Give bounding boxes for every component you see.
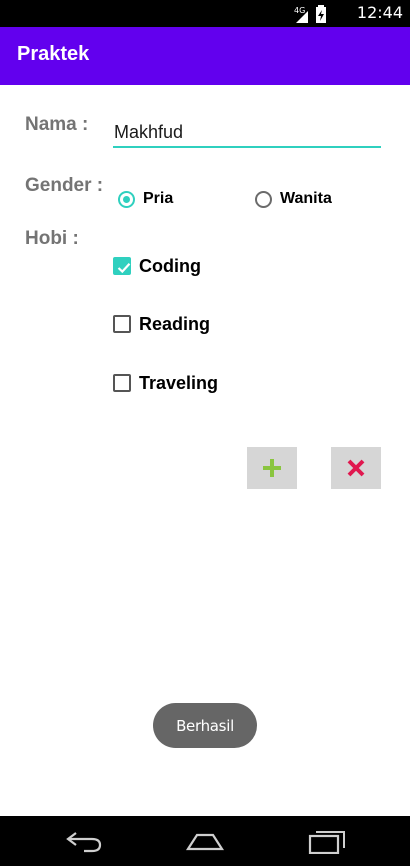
checkbox-checked-icon [113, 257, 131, 275]
gender-label: Gender : [25, 175, 104, 196]
add-button[interactable] [247, 447, 297, 489]
checkbox-reading[interactable]: Reading [113, 312, 210, 336]
close-icon [347, 459, 365, 477]
network-type: 4G [294, 6, 305, 15]
checkbox-traveling-label: Traveling [139, 372, 219, 393]
radio-pria-label: Pria [143, 190, 174, 207]
toast-message: Berhasil [153, 703, 257, 748]
checkbox-unchecked-icon [113, 374, 131, 392]
status-bar: 4G 12:44 [0, 0, 410, 27]
app-bar: Praktek [0, 27, 410, 85]
radio-pria[interactable]: Pria [118, 187, 173, 211]
checkbox-unchecked-icon [113, 315, 131, 333]
navigation-bar [0, 816, 410, 866]
signal-battery-icon: 4G [294, 5, 326, 23]
nama-input[interactable] [113, 118, 381, 148]
radio-unchecked-icon [255, 190, 272, 208]
radio-wanita[interactable]: Wanita [255, 187, 332, 211]
checkbox-coding-label: Coding [139, 255, 201, 276]
radio-checked-icon [118, 190, 135, 208]
nama-label: Nama : [25, 114, 89, 135]
home-icon[interactable] [185, 828, 225, 854]
recents-icon[interactable] [307, 828, 347, 854]
app-title: Praktek [17, 43, 90, 65]
checkbox-traveling[interactable]: Traveling [113, 371, 218, 395]
radio-wanita-label: Wanita [280, 190, 332, 207]
plus-icon [263, 459, 281, 477]
cancel-button[interactable] [331, 447, 381, 489]
back-icon[interactable] [64, 828, 104, 854]
screen: 4G 12:44 Praktek Nama : Gender : Pria Wa… [0, 0, 410, 866]
status-time: 12:44 [356, 3, 403, 22]
checkbox-coding[interactable]: Coding [113, 254, 201, 278]
hobi-label: Hobi : [25, 228, 79, 249]
checkbox-reading-label: Reading [139, 313, 211, 334]
